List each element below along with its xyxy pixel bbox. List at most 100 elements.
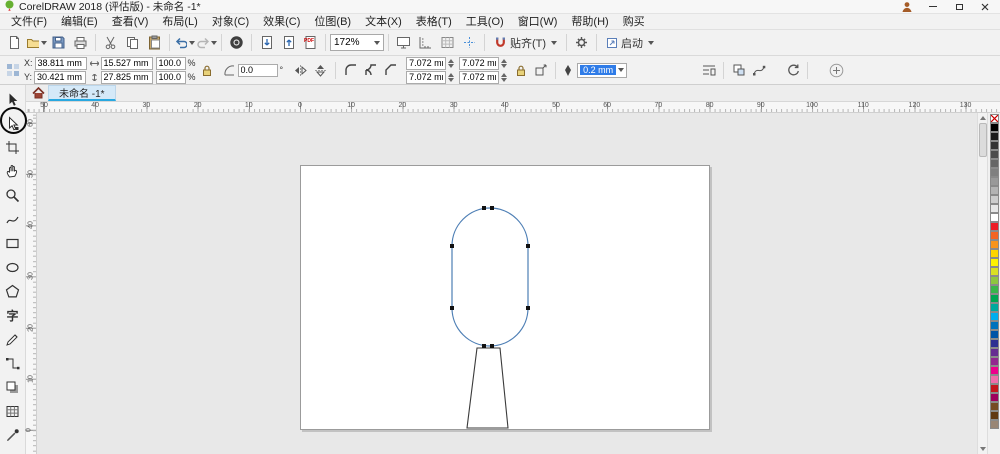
minimize-button[interactable]: [922, 0, 944, 13]
cut-button[interactable]: [100, 32, 121, 53]
color-swatch-25[interactable]: [990, 348, 999, 357]
color-swatch-7[interactable]: [990, 186, 999, 195]
home-icon[interactable]: [28, 85, 48, 101]
document-tab[interactable]: 未命名 -1*: [48, 85, 116, 101]
menu-item-0[interactable]: 文件(F): [4, 14, 54, 30]
color-swatch-12[interactable]: [990, 231, 999, 240]
color-swatch-30[interactable]: [990, 393, 999, 402]
color-swatch-10[interactable]: [990, 213, 999, 222]
show-grid-button[interactable]: [437, 32, 458, 53]
undo-dropdown-arrow[interactable]: [189, 41, 195, 45]
object-width-input[interactable]: [101, 57, 153, 70]
zoom-level-combo[interactable]: [330, 34, 384, 51]
scale-x-input[interactable]: [156, 57, 186, 70]
publish-pdf-button[interactable]: PDF: [300, 32, 321, 53]
launch-dropdown[interactable]: 启动: [601, 33, 659, 53]
copy-button[interactable]: [122, 32, 143, 53]
rotation-angle-input[interactable]: [238, 64, 278, 77]
scroll-thumb[interactable]: [979, 123, 987, 157]
color-swatch-28[interactable]: [990, 375, 999, 384]
menu-item-11[interactable]: 帮助(H): [564, 14, 615, 30]
color-swatch-15[interactable]: [990, 258, 999, 267]
pan-tool[interactable]: [2, 159, 24, 183]
redo-button[interactable]: [196, 32, 217, 53]
object-height-input[interactable]: [101, 71, 153, 84]
scale-y-input[interactable]: [156, 71, 186, 84]
zoom-level-input[interactable]: [334, 36, 372, 50]
color-swatch-2[interactable]: [990, 141, 999, 150]
color-swatch-20[interactable]: [990, 303, 999, 312]
color-swatch-4[interactable]: [990, 159, 999, 168]
color-swatch-18[interactable]: [990, 285, 999, 294]
color-swatch-5[interactable]: [990, 168, 999, 177]
wrap-text-button[interactable]: [700, 62, 717, 79]
corner-radius-tl-spinner[interactable]: [448, 59, 456, 68]
color-swatch-33[interactable]: [990, 420, 999, 429]
vertical-scrollbar[interactable]: [977, 113, 987, 454]
mesh-fill-tool[interactable]: [2, 399, 24, 423]
connector-tool[interactable]: [2, 351, 24, 375]
corner-radius-bl-input[interactable]: [406, 71, 446, 84]
text-tool[interactable]: 字: [2, 303, 24, 327]
export-button[interactable]: [278, 32, 299, 53]
snap-dropdown[interactable]: 贴齐(T): [489, 33, 562, 53]
show-guidelines-button[interactable]: [459, 32, 480, 53]
x-position-input[interactable]: [35, 57, 87, 70]
corner-radius-tl-input[interactable]: [406, 57, 446, 70]
outline-width-dropdown-arrow[interactable]: [618, 68, 624, 72]
horizontal-ruler[interactable]: 5040302010010203040506070809010011012013…: [26, 102, 1000, 113]
color-swatch-31[interactable]: [990, 402, 999, 411]
freehand-tool[interactable]: [2, 207, 24, 231]
corner-radius-br-spinner[interactable]: [501, 73, 509, 82]
canvas[interactable]: [37, 113, 977, 454]
color-swatch-9[interactable]: [990, 204, 999, 213]
color-swatch-13[interactable]: [990, 240, 999, 249]
color-swatch-6[interactable]: [990, 177, 999, 186]
color-swatch-16[interactable]: [990, 267, 999, 276]
account-icon[interactable]: [896, 0, 918, 13]
color-swatch-19[interactable]: [990, 294, 999, 303]
color-swatch-17[interactable]: [990, 276, 999, 285]
eyedropper-tool[interactable]: [2, 423, 24, 447]
scroll-down-button[interactable]: [978, 444, 988, 454]
close-button[interactable]: [974, 0, 996, 13]
shape-tool[interactable]: [2, 111, 24, 135]
outline-width-combo[interactable]: 0.2 mm: [577, 63, 627, 78]
show-rulers-button[interactable]: [415, 32, 436, 53]
menu-item-1[interactable]: 编辑(E): [54, 14, 105, 30]
restore-button[interactable]: [948, 0, 970, 13]
menu-item-8[interactable]: 表格(T): [409, 14, 459, 30]
options-gear-button[interactable]: [571, 32, 592, 53]
crop-tool[interactable]: [2, 135, 24, 159]
y-position-input[interactable]: [34, 71, 86, 84]
round-corner-button[interactable]: [342, 62, 359, 79]
fullscreen-preview-button[interactable]: [393, 32, 414, 53]
new-document-button[interactable]: [4, 32, 25, 53]
color-swatch-14[interactable]: [990, 249, 999, 258]
mirror-vertical-button[interactable]: [312, 62, 329, 79]
color-swatch-none[interactable]: [990, 114, 999, 123]
pick-tool[interactable]: [2, 87, 24, 111]
color-swatch-32[interactable]: [990, 411, 999, 420]
edit-corners-together-button[interactable]: [512, 62, 529, 79]
color-swatch-22[interactable]: [990, 321, 999, 330]
open-button[interactable]: [26, 32, 47, 53]
color-swatch-26[interactable]: [990, 357, 999, 366]
color-swatch-1[interactable]: [990, 132, 999, 141]
menu-item-4[interactable]: 对象(C): [205, 14, 256, 30]
drop-shadow-tool[interactable]: [2, 375, 24, 399]
lock-ratio-button[interactable]: [199, 62, 216, 79]
menu-item-7[interactable]: 文本(X): [358, 14, 409, 30]
search-content-button[interactable]: [226, 32, 247, 53]
menu-item-6[interactable]: 位图(B): [307, 14, 358, 30]
corner-radius-br-input[interactable]: [459, 71, 499, 84]
corner-radius-tr-spinner[interactable]: [501, 59, 509, 68]
redo-dropdown-arrow[interactable]: [211, 41, 217, 45]
menu-item-2[interactable]: 查看(V): [105, 14, 156, 30]
polygon-tool[interactable]: [2, 279, 24, 303]
color-swatch-0[interactable]: [990, 123, 999, 132]
chamfered-corner-button[interactable]: [382, 62, 399, 79]
color-swatch-11[interactable]: [990, 222, 999, 231]
import-button[interactable]: [256, 32, 277, 53]
dimension-tool[interactable]: [2, 327, 24, 351]
